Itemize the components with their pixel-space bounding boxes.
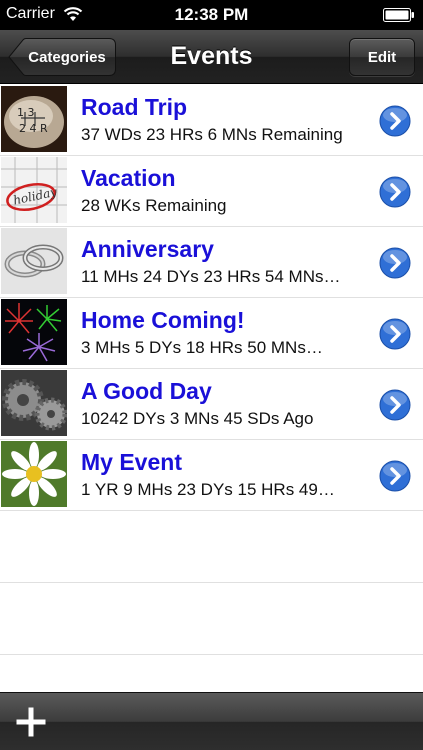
event-countdown: 1 YR 9 MHs 23 DYs 15 HRs 49… [81, 480, 335, 499]
svg-text:2 4 R: 2 4 R [19, 122, 48, 135]
list-item[interactable]: 1 3 2 4 R Road Trip 37 WDs 23 HRs 6 MNs … [0, 85, 423, 156]
empty-row [0, 583, 423, 655]
gear-shift-knob-thumbnail: 1 3 2 4 R [1, 86, 67, 152]
disclosure-arrow-icon[interactable] [379, 460, 411, 492]
disclosure-arrow-icon[interactable] [379, 318, 411, 350]
event-countdown: 11 MHs 24 DYs 23 HRs 54 MNs… [81, 267, 341, 286]
back-button-categories[interactable]: Categories [8, 38, 116, 76]
bottom-toolbar [0, 692, 423, 750]
daisy-flower-thumbnail [1, 441, 67, 507]
list-item[interactable]: Anniversary 11 MHs 24 DYs 23 HRs 54 MNs… [0, 227, 423, 298]
battery-icon [383, 8, 414, 22]
list-item[interactable]: My Event 1 YR 9 MHs 23 DYs 15 HRs 49… [0, 440, 423, 511]
calendar-holiday-thumbnail: holiday [1, 157, 67, 223]
fireworks-thumbnail [1, 299, 67, 365]
svg-text:1 3: 1 3 [17, 106, 35, 119]
edit-button[interactable]: Edit [349, 38, 415, 76]
disclosure-arrow-icon[interactable] [379, 389, 411, 421]
event-title: My Event [81, 449, 182, 475]
disclosure-arrow-icon[interactable] [379, 247, 411, 279]
status-time: 12:38 PM [174, 5, 249, 24]
event-title: Anniversary [81, 236, 214, 262]
list-item[interactable]: A Good Day 10242 DYs 3 MNs 45 SDs Ago [0, 369, 423, 440]
back-button-label: Categories [28, 48, 106, 66]
status-bar: Carrier 12:38 PM [0, 0, 423, 30]
event-title: Vacation [81, 165, 176, 191]
event-title: A Good Day [81, 378, 212, 404]
event-title: Road Trip [81, 94, 188, 120]
event-countdown: 3 MHs 5 DYs 18 HRs 50 MNs… [81, 338, 323, 357]
wedding-rings-thumbnail [1, 228, 67, 294]
list-item[interactable]: Home Coming! 3 MHs 5 DYs 18 HRs 50 MNs… [0, 298, 423, 369]
gears-thumbnail [1, 370, 67, 436]
disclosure-arrow-icon[interactable] [379, 105, 411, 137]
add-icon[interactable] [16, 707, 46, 737]
events-list: 1 3 2 4 R Road Trip 37 WDs 23 HRs 6 MNs … [0, 85, 423, 655]
event-countdown: 10242 DYs 3 MNs 45 SDs Ago [81, 409, 314, 428]
nav-bar: Events Categories Edit [0, 30, 423, 84]
event-countdown: 37 WDs 23 HRs 6 MNs Remaining [81, 125, 343, 144]
empty-row [0, 511, 423, 583]
event-countdown: 28 WKs Remaining [81, 196, 227, 215]
disclosure-arrow-icon[interactable] [379, 176, 411, 208]
event-title: Home Coming! [81, 307, 245, 333]
list-item[interactable]: holiday Vacation 28 WKs Remaining [0, 156, 423, 227]
